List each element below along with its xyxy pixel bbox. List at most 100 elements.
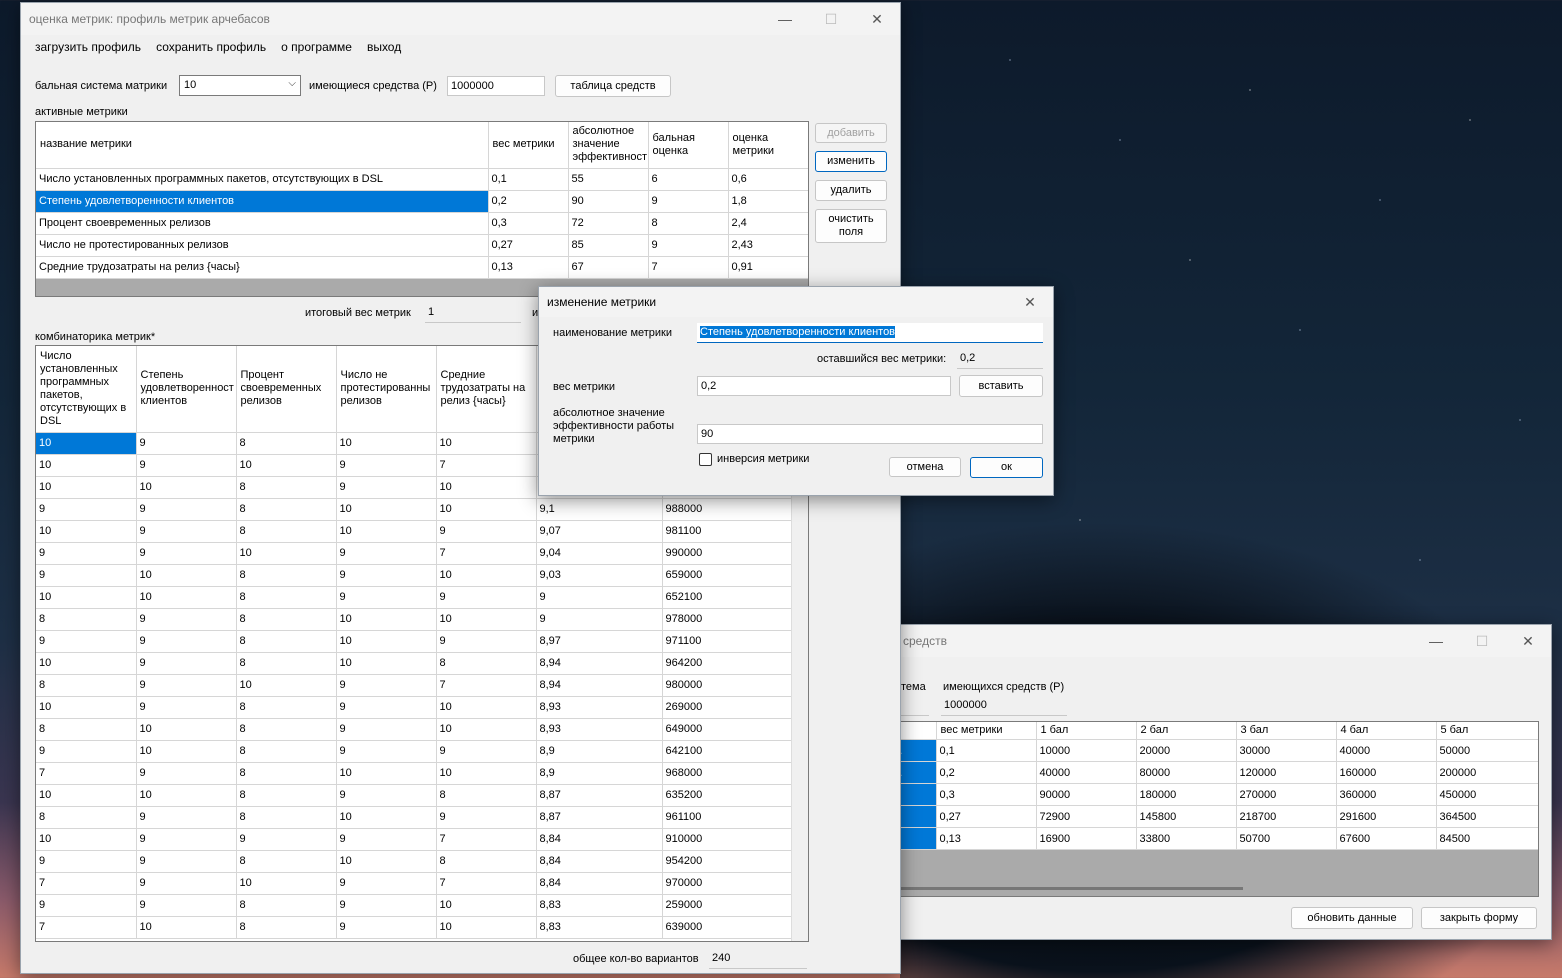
combinatorics-cell[interactable]: 8 bbox=[236, 696, 337, 719]
combinatorics-cell[interactable]: 9 bbox=[436, 806, 537, 829]
combinatorics-cell[interactable]: 10 bbox=[436, 916, 537, 939]
active-metric-cell[interactable]: 0,13 bbox=[488, 256, 569, 279]
funds-cell[interactable]: 50700 bbox=[1236, 827, 1337, 850]
funds-cell[interactable]: 160000 bbox=[1336, 761, 1437, 784]
active-metric-cell[interactable]: 0,27 bbox=[488, 234, 569, 257]
funds-row[interactable]: доз...0,131690033800507006760084500 bbox=[872, 827, 1538, 850]
combinatorics-cell[interactable]: 9 bbox=[336, 476, 437, 499]
combinatorics-cell[interactable]: 8 bbox=[436, 784, 537, 807]
combinatorics-cell[interactable]: 9,1 bbox=[536, 498, 663, 521]
combinatorics-row[interactable]: 7 9 10 9 7 8,84 970000 bbox=[36, 872, 793, 895]
menu-exit[interactable]: выход bbox=[361, 40, 410, 54]
close-form-button[interactable]: закрыть форму bbox=[1421, 907, 1537, 929]
funds-cell[interactable]: 20000 bbox=[1136, 739, 1237, 762]
funds-cell[interactable]: 84500 bbox=[1436, 827, 1538, 850]
funds-cell[interactable]: 0,27 bbox=[936, 805, 1037, 828]
combinatorics-cell[interactable]: 9 bbox=[136, 828, 237, 851]
combinatorics-cell[interactable]: 659000 bbox=[662, 564, 793, 587]
funds-cell[interactable]: 40000 bbox=[1036, 761, 1137, 784]
combinatorics-cell[interactable]: 10 bbox=[236, 872, 337, 895]
combinatorics-cell[interactable]: 8,87 bbox=[536, 806, 663, 829]
combinatorics-cell[interactable]: 9 bbox=[336, 674, 437, 697]
funds-cell[interactable]: 40000 bbox=[1336, 739, 1437, 762]
combinatorics-column-header[interactable]: Число не протестированны релизов bbox=[336, 346, 437, 433]
funds-cell[interactable]: 364500 bbox=[1436, 805, 1538, 828]
combinatorics-cell[interactable]: 7 bbox=[436, 542, 537, 565]
active-column-header[interactable]: бальная оценка bbox=[648, 122, 729, 169]
combinatorics-cell[interactable]: 9 bbox=[336, 872, 437, 895]
active-metric-row[interactable]: Число не протестированных релизов 0,27 85 9… bbox=[36, 234, 808, 257]
combinatorics-cell[interactable]: 10 bbox=[36, 476, 137, 499]
active-metric-cell[interactable]: 0,6 bbox=[728, 168, 808, 191]
combinatorics-cell[interactable]: 8,94 bbox=[536, 652, 663, 675]
combinatorics-cell[interactable]: 8,83 bbox=[536, 916, 663, 939]
combinatorics-cell[interactable]: 10 bbox=[336, 608, 437, 631]
menu-about[interactable]: о программе bbox=[275, 40, 361, 54]
funds-cell[interactable]: 270000 bbox=[1236, 783, 1337, 806]
combinatorics-cell[interactable]: 8,84 bbox=[536, 872, 663, 895]
combinatorics-cell[interactable]: 910000 bbox=[662, 828, 793, 851]
funds-cell[interactable]: 0,1 bbox=[936, 739, 1037, 762]
combinatorics-cell[interactable]: 259000 bbox=[662, 894, 793, 917]
combinatorics-cell[interactable]: 10 bbox=[336, 432, 437, 455]
funds-cell[interactable]: 80000 bbox=[1136, 761, 1237, 784]
combinatorics-cell[interactable]: 7 bbox=[36, 762, 137, 785]
combinatorics-cell[interactable]: 9 bbox=[336, 740, 437, 763]
combinatorics-cell[interactable]: 964200 bbox=[662, 652, 793, 675]
funds-horizontal-scrollbar[interactable] bbox=[891, 887, 1243, 890]
combinatorics-cell[interactable]: 9 bbox=[36, 740, 137, 763]
combinatorics-row[interactable]: 8 9 8 10 10 9 978000 bbox=[36, 608, 793, 631]
combinatorics-cell[interactable]: 978000 bbox=[662, 608, 793, 631]
metric-weight-input[interactable]: 0,2 bbox=[697, 376, 951, 396]
menu-save-profile[interactable]: сохранить профиль bbox=[150, 40, 275, 54]
funds-cell[interactable]: 360000 bbox=[1336, 783, 1437, 806]
funds-cell[interactable]: 90000 bbox=[1036, 783, 1137, 806]
combinatorics-cell[interactable]: 9 bbox=[336, 454, 437, 477]
funds-column-header[interactable]: 2 бал bbox=[1136, 722, 1237, 740]
combinatorics-cell[interactable]: 9 bbox=[336, 916, 437, 939]
combinatorics-row[interactable]: 10 10 8 9 8 8,87 635200 bbox=[36, 784, 793, 807]
combinatorics-cell[interactable]: 10 bbox=[436, 608, 537, 631]
combinatorics-cell[interactable]: 10 bbox=[336, 630, 437, 653]
combinatorics-cell[interactable]: 971100 bbox=[662, 630, 793, 653]
combinatorics-cell[interactable]: 8 bbox=[236, 520, 337, 543]
funds-input[interactable]: 1000000 bbox=[447, 76, 545, 96]
combinatorics-cell[interactable]: 9 bbox=[36, 894, 137, 917]
active-column-header[interactable]: абсолютное значение эффективност bbox=[568, 122, 649, 169]
combinatorics-column-header[interactable]: Процент своевременных релизов bbox=[236, 346, 337, 433]
combinatorics-cell[interactable]: 8,9 bbox=[536, 740, 663, 763]
combinatorics-cell[interactable]: 954200 bbox=[662, 850, 793, 873]
active-metric-cell[interactable]: 8 bbox=[648, 212, 729, 235]
funds-row[interactable]: овл...0,11000020000300004000050000 bbox=[872, 739, 1538, 762]
combinatorics-cell[interactable]: 7 bbox=[36, 872, 137, 895]
funds-column-header[interactable]: 5 бал bbox=[1436, 722, 1538, 740]
combinatorics-cell[interactable]: 9 bbox=[336, 586, 437, 609]
combinatorics-column-header[interactable]: Средние трудозатраты на релиз {часы} bbox=[436, 346, 537, 433]
funds-cell[interactable]: 291600 bbox=[1336, 805, 1437, 828]
combinatorics-cell[interactable]: 9 bbox=[336, 564, 437, 587]
edit-button[interactable]: изменить bbox=[815, 151, 887, 172]
funds-column-header[interactable]: 3 бал bbox=[1236, 722, 1337, 740]
funds-cell[interactable]: 0,2 bbox=[936, 761, 1037, 784]
combinatorics-cell[interactable]: 9 bbox=[136, 674, 237, 697]
combinatorics-cell[interactable]: 10 bbox=[336, 762, 437, 785]
combinatorics-cell[interactable]: 9 bbox=[436, 586, 537, 609]
scale-select[interactable]: 10 ⌵ bbox=[179, 75, 301, 96]
combinatorics-cell[interactable]: 9 bbox=[36, 542, 137, 565]
combinatorics-cell[interactable]: 8 bbox=[236, 652, 337, 675]
active-metric-cell[interactable]: 0,1 bbox=[488, 168, 569, 191]
combinatorics-cell[interactable]: 9 bbox=[136, 762, 237, 785]
inversion-checkbox[interactable] bbox=[699, 453, 712, 466]
combinatorics-cell[interactable]: 10 bbox=[136, 476, 237, 499]
combinatorics-row[interactable]: 8 10 8 9 10 8,93 649000 bbox=[36, 718, 793, 741]
combinatorics-cell[interactable]: 9 bbox=[336, 718, 437, 741]
minimize-icon[interactable]: — bbox=[1413, 625, 1459, 657]
funds-cell[interactable]: 67600 bbox=[1336, 827, 1437, 850]
combinatorics-cell[interactable]: 10 bbox=[436, 696, 537, 719]
active-metric-row[interactable]: Процент своевременных релизов 0,3 72 8 2,4 bbox=[36, 212, 808, 235]
active-metric-cell[interactable]: 0,3 bbox=[488, 212, 569, 235]
combinatorics-cell[interactable]: 9 bbox=[136, 894, 237, 917]
combinatorics-row[interactable]: 9 9 10 9 7 9,04 990000 bbox=[36, 542, 793, 565]
combinatorics-cell[interactable]: 8,84 bbox=[536, 850, 663, 873]
active-metric-cell[interactable]: 7 bbox=[648, 256, 729, 279]
